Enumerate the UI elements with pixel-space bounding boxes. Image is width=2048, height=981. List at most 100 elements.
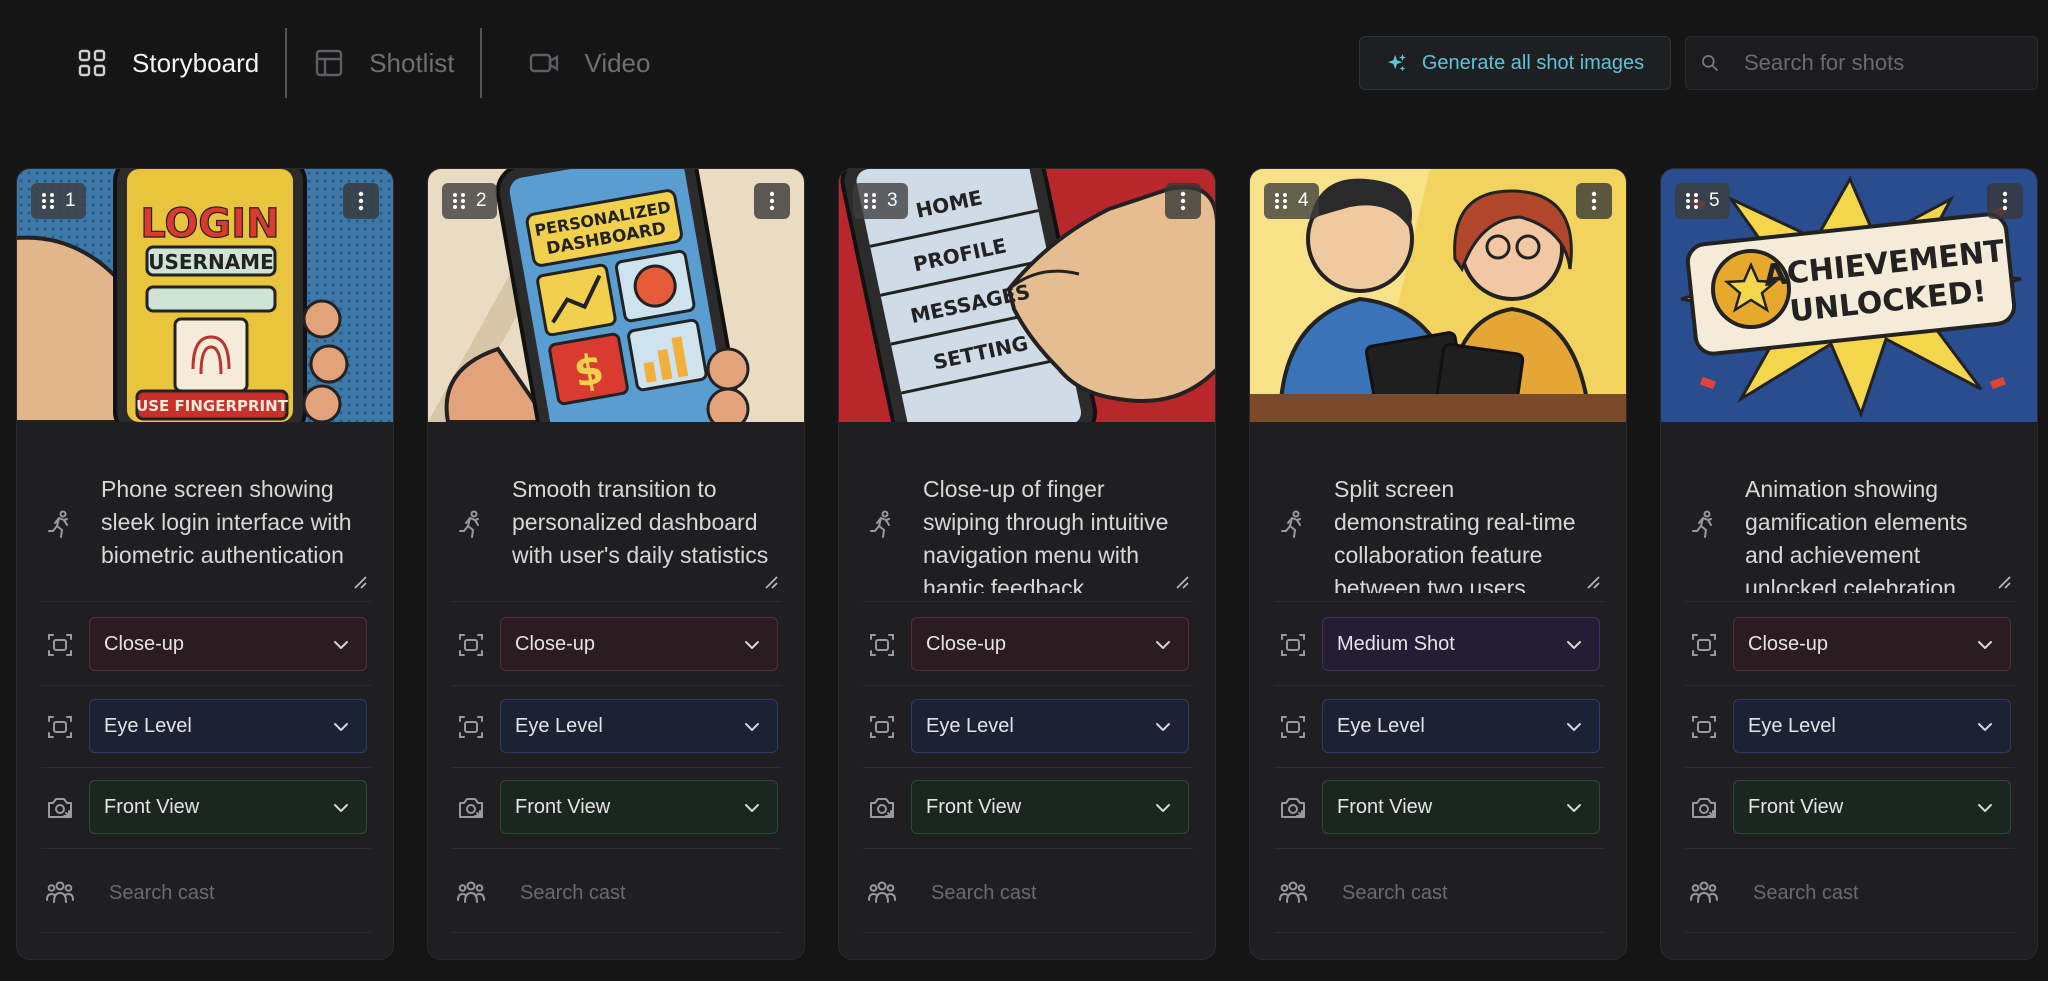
shot-menu-button[interactable] (1165, 183, 1201, 219)
camera-angle-value: Eye Level (104, 714, 192, 737)
resize-handle-icon[interactable] (1586, 575, 1600, 589)
shot-number-badge[interactable]: 2 (442, 183, 497, 219)
camera-angle-value: Eye Level (1748, 714, 1836, 737)
grid-icon (78, 49, 106, 77)
cast-search-input[interactable] (1753, 875, 2003, 911)
shot-card[interactable]: 4 Split screen demonstrating real-time c… (1249, 168, 1627, 960)
camera-angle-value: Eye Level (1337, 714, 1425, 737)
view-value: Front View (1337, 795, 1433, 818)
camera-angle-select[interactable]: Eye Level (1733, 699, 2011, 753)
cast-search-input[interactable] (931, 875, 1181, 911)
cast-search-input[interactable] (109, 875, 359, 911)
cast-users-icon (46, 881, 74, 903)
more-vertical-icon (1591, 191, 1597, 211)
shot-size-icon (459, 634, 483, 656)
divider (1685, 932, 2015, 933)
shot-menu-button[interactable] (1576, 183, 1612, 219)
cast-search-input[interactable] (1342, 875, 1592, 911)
more-vertical-icon (769, 191, 775, 211)
view-value: Front View (515, 795, 611, 818)
drag-handle-icon[interactable] (863, 192, 877, 210)
shot-type-select[interactable]: Close-up (89, 617, 367, 671)
shot-size-icon (870, 634, 894, 656)
camera-angle-select[interactable]: Eye Level (89, 699, 367, 753)
view-value: Front View (104, 795, 200, 818)
svg-text:USERNAME: USERNAME (148, 250, 274, 274)
shot-card[interactable]: $ PERSONALIZED DASHBOARD 2 Smooth transit… (427, 168, 805, 960)
drag-handle-icon[interactable] (1685, 192, 1699, 210)
shot-description[interactable]: Close-up of finger swiping through intui… (923, 473, 1185, 593)
tab-video[interactable]: Video (490, 28, 668, 98)
shot-size-icon (1281, 634, 1305, 656)
resize-handle-icon[interactable] (1175, 575, 1189, 589)
divider (1685, 601, 2015, 602)
shot-menu-button[interactable] (754, 183, 790, 219)
divider (863, 601, 1193, 602)
camera-rotate-icon (870, 798, 894, 818)
cast-users-icon (868, 881, 896, 903)
shot-number-badge[interactable]: 5 (1675, 183, 1730, 219)
shot-number-badge[interactable]: 3 (853, 183, 908, 219)
divider (1274, 932, 1604, 933)
view-select[interactable]: Front View (1322, 780, 1600, 834)
chevron-down-icon (745, 641, 759, 649)
shot-card[interactable]: LOGIN USERNAME USE FINGERPRINT 1 Phone scr… (16, 168, 394, 960)
chevron-down-icon (334, 723, 348, 731)
camera-angle-icon (870, 716, 894, 738)
search-input[interactable] (1744, 50, 2024, 76)
shot-type-select[interactable]: Medium Shot (1322, 617, 1600, 671)
shot-menu-button[interactable] (1987, 183, 2023, 219)
shot-type-value: Close-up (515, 632, 596, 655)
view-select[interactable]: Front View (500, 780, 778, 834)
svg-text:USE FINGERPRINT: USE FINGERPRINT (136, 397, 289, 415)
camera-angle-icon (1692, 716, 1716, 738)
shot-number: 2 (476, 190, 487, 211)
view-select[interactable]: Front View (1733, 780, 2011, 834)
shot-number-badge[interactable]: 1 (31, 183, 86, 219)
action-running-icon (1281, 510, 1301, 538)
camera-angle-icon (48, 716, 72, 738)
shot-type-value: Close-up (104, 632, 185, 655)
shot-description[interactable]: Split screen demonstrating real-time col… (1334, 473, 1596, 593)
chevron-down-icon (1978, 804, 1992, 812)
shot-card[interactable]: ACHIEVEMENT UNLOCKED! 5 Animation showing… (1660, 168, 2038, 960)
drag-handle-icon[interactable] (1274, 192, 1288, 210)
tab-shotlist[interactable]: Shotlist (295, 28, 472, 98)
camera-rotate-icon (1281, 798, 1305, 818)
shot-search[interactable] (1685, 36, 2038, 90)
camera-angle-select[interactable]: Eye Level (500, 699, 778, 753)
drag-handle-icon[interactable] (41, 192, 55, 210)
shot-menu-button[interactable] (343, 183, 379, 219)
camera-angle-select[interactable]: Eye Level (1322, 699, 1600, 753)
cast-users-icon (457, 881, 485, 903)
sparkle-icon (1387, 53, 1406, 72)
shot-type-select[interactable]: Close-up (911, 617, 1189, 671)
top-bar: Storyboard Shotlist Video Generate all s… (0, 0, 2048, 128)
resize-handle-icon[interactable] (764, 575, 778, 589)
shot-number-badge[interactable]: 4 (1264, 183, 1319, 219)
shot-description[interactable]: Smooth transition to personalized dashbo… (512, 473, 774, 593)
shot-size-icon (1692, 634, 1716, 656)
chevron-down-icon (745, 804, 759, 812)
shot-type-select[interactable]: Close-up (1733, 617, 2011, 671)
divider (1274, 601, 1604, 602)
shot-card[interactable]: HOME PROFILE MESSAGES SETTING 3 Close-up of… (838, 168, 1216, 960)
cast-search-input[interactable] (520, 875, 770, 911)
shot-type-select[interactable]: Close-up (500, 617, 778, 671)
divider (1685, 848, 2015, 849)
view-select[interactable]: Front View (911, 780, 1189, 834)
resize-handle-icon[interactable] (353, 575, 367, 589)
camera-angle-icon (1281, 716, 1305, 738)
generate-all-images-button[interactable]: Generate all shot images (1359, 36, 1671, 90)
drag-handle-icon[interactable] (452, 192, 466, 210)
resize-handle-icon[interactable] (1997, 575, 2011, 589)
view-select[interactable]: Front View (89, 780, 367, 834)
camera-angle-select[interactable]: Eye Level (911, 699, 1189, 753)
shot-description[interactable]: Animation showing gamification elements … (1745, 473, 2007, 593)
shot-description[interactable]: Phone screen showing sleek login interfa… (101, 473, 363, 593)
action-running-icon (459, 510, 479, 538)
divider (1274, 685, 1604, 686)
divider (863, 932, 1193, 933)
divider (1274, 848, 1604, 849)
tab-storyboard[interactable]: Storyboard (60, 28, 277, 98)
